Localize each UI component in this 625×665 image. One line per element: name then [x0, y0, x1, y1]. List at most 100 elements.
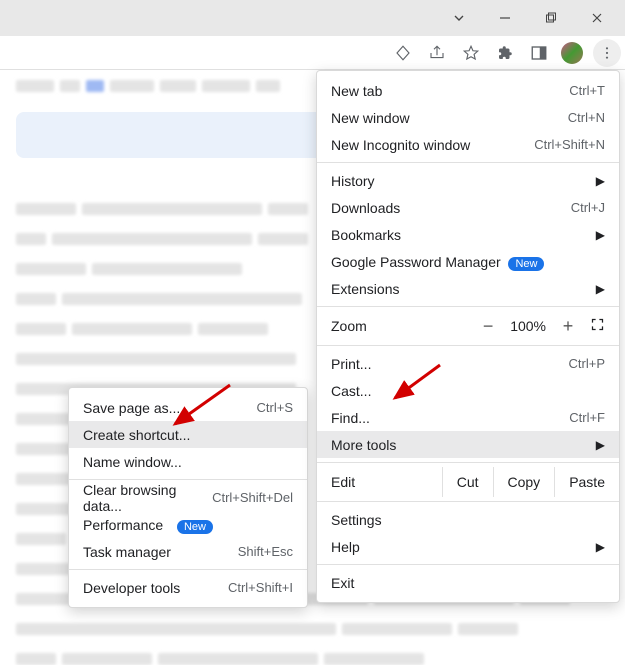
menu-label: New tab: [331, 83, 382, 99]
submenu-developer-tools[interactable]: Developer tools Ctrl+Shift+I: [69, 574, 307, 601]
new-badge: New: [177, 520, 213, 534]
menu-divider: [69, 479, 307, 480]
menu-more-tools[interactable]: More tools ▶: [317, 431, 619, 458]
menu-label: Bookmarks: [331, 227, 401, 243]
profile-avatar[interactable]: [561, 42, 583, 64]
submenu-label: Task manager: [83, 544, 171, 560]
rewards-icon[interactable]: [391, 41, 415, 65]
menu-shortcut: Ctrl+J: [571, 200, 605, 215]
submenu-label: Performance New: [83, 517, 213, 533]
browser-toolbar: [0, 36, 625, 70]
chevron-down-icon: [451, 10, 467, 26]
menu-zoom-row: Zoom − 100% +: [317, 311, 619, 341]
more-tools-submenu: Save page as... Ctrl+S Create shortcut..…: [68, 387, 308, 608]
zoom-value: 100%: [510, 318, 546, 334]
menu-label: Downloads: [331, 200, 400, 216]
menu-label: New window: [331, 110, 410, 126]
window-titlebar: [0, 0, 625, 36]
submenu-create-shortcut[interactable]: Create shortcut...: [69, 421, 307, 448]
zoom-out-button[interactable]: −: [480, 316, 496, 337]
star-icon: [462, 44, 480, 62]
menu-divider: [317, 462, 619, 463]
extensions-button[interactable]: [493, 41, 517, 65]
menu-shortcut: Ctrl+P: [569, 356, 605, 371]
menu-label: Find...: [331, 410, 370, 426]
menu-downloads[interactable]: Downloads Ctrl+J: [317, 194, 619, 221]
menu-incognito[interactable]: New Incognito window Ctrl+Shift+N: [317, 131, 619, 158]
menu-divider: [69, 569, 307, 570]
fullscreen-button[interactable]: [590, 317, 605, 335]
zoom-in-button[interactable]: +: [560, 316, 576, 337]
menu-shortcut: Ctrl+N: [568, 110, 605, 125]
submenu-arrow-icon: ▶: [596, 228, 605, 242]
menu-help[interactable]: Help ▶: [317, 533, 619, 560]
submenu-name-window[interactable]: Name window...: [69, 448, 307, 475]
submenu-label: Clear browsing data...: [83, 482, 212, 514]
share-button[interactable]: [425, 41, 449, 65]
submenu-task-manager[interactable]: Task manager Shift+Esc: [69, 538, 307, 565]
submenu-label: Name window...: [83, 454, 182, 470]
menu-divider: [317, 306, 619, 307]
submenu-label: Save page as...: [83, 400, 180, 416]
zoom-label: Zoom: [331, 318, 367, 334]
chrome-menu-button[interactable]: [593, 39, 621, 67]
menu-divider: [317, 162, 619, 163]
submenu-shortcut: Shift+Esc: [238, 544, 293, 559]
copy-button[interactable]: Copy: [493, 467, 555, 497]
menu-label: History: [331, 173, 375, 189]
submenu-performance[interactable]: Performance New: [69, 511, 307, 538]
submenu-save-as[interactable]: Save page as... Ctrl+S: [69, 394, 307, 421]
submenu-shortcut: Ctrl+S: [257, 400, 293, 415]
menu-label: Cast...: [331, 383, 371, 399]
submenu-arrow-icon: ▶: [596, 540, 605, 554]
menu-find[interactable]: Find... Ctrl+F: [317, 404, 619, 431]
menu-new-window[interactable]: New window Ctrl+N: [317, 104, 619, 131]
menu-shortcut: Ctrl+F: [569, 410, 605, 425]
menu-new-tab[interactable]: New tab Ctrl+T: [317, 77, 619, 104]
menu-print[interactable]: Print... Ctrl+P: [317, 350, 619, 377]
puzzle-icon: [496, 44, 514, 62]
maximize-button[interactable]: [529, 3, 573, 33]
menu-edit-row: Edit Cut Copy Paste: [317, 467, 619, 497]
fullscreen-icon: [590, 317, 605, 332]
menu-history[interactable]: History ▶: [317, 167, 619, 194]
sidepanel-button[interactable]: [527, 41, 551, 65]
menu-label: Settings: [331, 512, 382, 528]
menu-divider: [317, 501, 619, 502]
submenu-shortcut: Ctrl+Shift+I: [228, 580, 293, 595]
new-badge: New: [508, 257, 544, 271]
menu-label: More tools: [331, 437, 396, 453]
menu-label: Google Password Manager New: [331, 254, 544, 270]
menu-settings[interactable]: Settings: [317, 506, 619, 533]
tab-search-button[interactable]: [437, 3, 481, 33]
diamond-icon: [394, 44, 412, 62]
close-icon: [591, 12, 603, 24]
menu-bookmarks[interactable]: Bookmarks ▶: [317, 221, 619, 248]
maximize-icon: [545, 12, 557, 24]
cut-button[interactable]: Cut: [442, 467, 493, 497]
menu-divider: [317, 345, 619, 346]
minimize-button[interactable]: [483, 3, 527, 33]
bookmark-button[interactable]: [459, 41, 483, 65]
submenu-arrow-icon: ▶: [596, 174, 605, 188]
menu-label: Print...: [331, 356, 371, 372]
menu-exit[interactable]: Exit: [317, 569, 619, 596]
close-button[interactable]: [575, 3, 619, 33]
menu-divider: [317, 564, 619, 565]
submenu-shortcut: Ctrl+Shift+Del: [212, 490, 293, 505]
menu-label: New Incognito window: [331, 137, 470, 153]
chrome-main-menu: New tab Ctrl+T New window Ctrl+N New Inc…: [316, 70, 620, 603]
paste-button[interactable]: Paste: [554, 467, 619, 497]
submenu-arrow-icon: ▶: [596, 438, 605, 452]
menu-cast[interactable]: Cast...: [317, 377, 619, 404]
share-icon: [428, 44, 446, 62]
menu-shortcut: Ctrl+T: [569, 83, 605, 98]
menu-label: Extensions: [331, 281, 399, 297]
submenu-label: Developer tools: [83, 580, 180, 596]
menu-extensions[interactable]: Extensions ▶: [317, 275, 619, 302]
menu-password-manager[interactable]: Google Password Manager New: [317, 248, 619, 275]
panel-icon: [530, 44, 548, 62]
kebab-icon: [599, 45, 615, 61]
submenu-label: Create shortcut...: [83, 427, 190, 443]
submenu-clear-data[interactable]: Clear browsing data... Ctrl+Shift+Del: [69, 484, 307, 511]
